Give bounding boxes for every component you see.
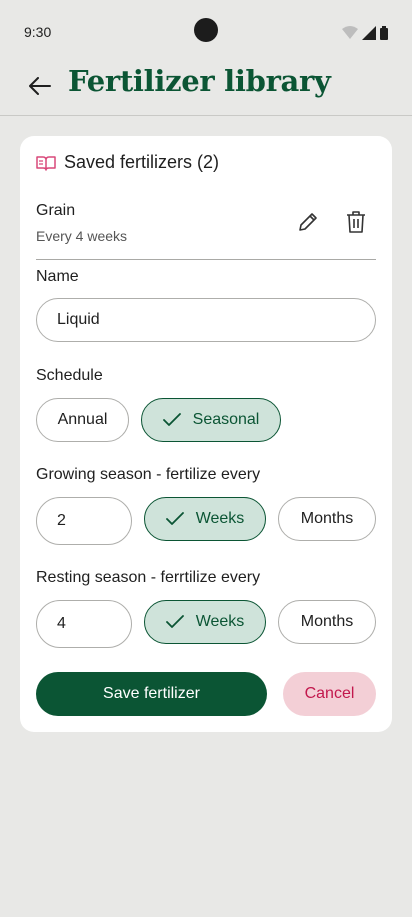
- name-input-value: Liquid: [57, 311, 100, 328]
- resting-weeks-chip[interactable]: Weeks: [144, 600, 266, 644]
- growing-interval-input[interactable]: 2: [36, 497, 132, 545]
- growing-months-label: Months: [300, 510, 354, 527]
- back-arrow-icon: [29, 77, 51, 95]
- schedule-annual-chip[interactable]: Annual: [36, 398, 129, 442]
- trash-icon: [347, 211, 365, 233]
- check-icon: [165, 512, 184, 526]
- saved-entry-frequency: Every 4 weeks: [36, 228, 128, 244]
- check-icon: [162, 413, 181, 427]
- status-icons: [342, 26, 388, 40]
- card-title: Saved fertilizers (2): [64, 152, 220, 172]
- status-bar: 9:30: [0, 0, 412, 60]
- resting-months-label: Months: [300, 613, 354, 630]
- edit-button[interactable]: [294, 208, 322, 236]
- delete-button[interactable]: [342, 208, 370, 236]
- check-icon: [165, 615, 184, 629]
- app-bar: Fertilizer library: [0, 60, 412, 116]
- schedule-seasonal-label: Seasonal: [192, 411, 260, 428]
- resting-months-chip[interactable]: Months: [278, 600, 376, 644]
- name-label: Name: [36, 268, 79, 285]
- camera-cutout: [194, 18, 218, 42]
- growing-interval-value: 2: [57, 512, 66, 529]
- growing-weeks-chip[interactable]: Weeks: [144, 497, 266, 541]
- name-input[interactable]: Liquid: [36, 298, 376, 342]
- card-header: Saved fertilizers (2): [36, 152, 219, 173]
- growing-months-chip[interactable]: Months: [278, 497, 376, 541]
- divider: [36, 259, 376, 260]
- save-fertilizer-button[interactable]: Save fertilizer: [36, 672, 267, 716]
- save-fertilizer-label: Save fertilizer: [103, 685, 200, 702]
- schedule-annual-label: Annual: [57, 411, 108, 428]
- book-icon: [36, 155, 56, 171]
- growing-season-label: Growing season - fertilize every: [36, 466, 261, 483]
- back-button[interactable]: [24, 70, 56, 102]
- resting-season-label: Resting season - ferrtilize every: [36, 569, 261, 586]
- growing-weeks-label: Weeks: [195, 510, 245, 527]
- wifi-icon: [342, 26, 358, 39]
- battery-icon: [380, 26, 388, 40]
- schedule-seasonal-chip[interactable]: Seasonal: [141, 398, 281, 442]
- schedule-label: Schedule: [36, 367, 103, 384]
- page-title: Fertilizer library: [68, 64, 331, 98]
- saved-entry-name: Grain: [36, 202, 76, 219]
- signal-icon: [362, 26, 376, 40]
- cancel-label: Cancel: [304, 685, 355, 702]
- cancel-button[interactable]: Cancel: [283, 672, 376, 716]
- resting-interval-input[interactable]: 4: [36, 600, 132, 648]
- resting-interval-value: 4: [57, 615, 66, 632]
- pencil-icon: [299, 213, 317, 231]
- resting-weeks-label: Weeks: [195, 613, 245, 630]
- status-time: 9:30: [24, 24, 52, 40]
- fertilizer-card: Saved fertilizers (2) Grain Every 4 week…: [20, 136, 392, 732]
